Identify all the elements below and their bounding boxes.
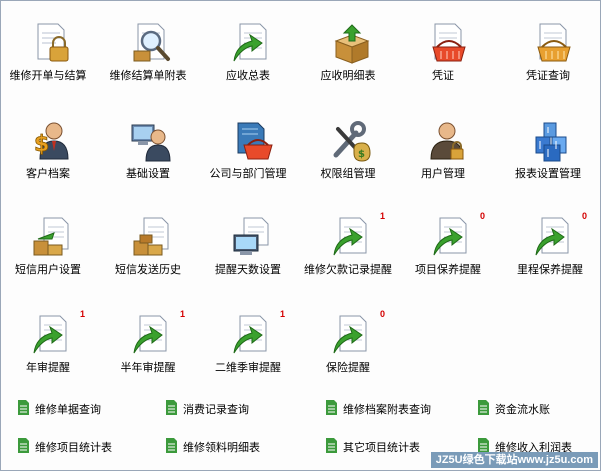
tile-label: 报表设置管理 [515, 168, 581, 180]
tile-receivable-detail[interactable]: 应收明细表 [300, 17, 396, 103]
tile-settlement-appendix[interactable]: 维修结算单附表 [100, 17, 196, 103]
tile-label: 短信发送历史 [115, 264, 181, 276]
tools-money-icon: $ [333, 121, 371, 162]
link-label: 维修领料明细表 [183, 442, 260, 454]
count-badge: 1 [280, 309, 286, 319]
green-doc-icon [18, 400, 29, 415]
box-arrow-icon [334, 24, 370, 64]
person-dollar-icon: $ [34, 122, 69, 160]
tile-semiannual-inspection[interactable]: 半年审提醒 1 [100, 309, 196, 395]
doc-arrow-icon [233, 315, 267, 354]
tile-label: 基础设置 [126, 168, 170, 180]
green-doc-icon [18, 438, 29, 453]
doc-search-icon [133, 23, 170, 62]
person-computer-icon [131, 124, 171, 162]
tile-label: 维修欠款记录提醒 [304, 264, 392, 276]
tile-label: 短信用户设置 [15, 264, 81, 276]
green-doc-icon [166, 400, 177, 415]
link-label: 资金流水账 [495, 404, 550, 416]
green-doc-icon [326, 400, 337, 415]
tile-label: 凭证查询 [526, 70, 570, 82]
tile-label: 应收总表 [226, 70, 270, 82]
count-badge: 0 [380, 309, 386, 319]
doc-arrow-icon [233, 23, 267, 62]
cubes-icon [535, 122, 567, 162]
tile-sms-history[interactable]: 短信发送历史 [100, 211, 196, 297]
doc-boxes-icon [33, 217, 69, 256]
tile-label: 应收明细表 [320, 70, 376, 82]
book-basket-icon [237, 122, 273, 160]
link-label: 消费记录查询 [183, 404, 249, 416]
tile-label: 维修开单与结算 [9, 70, 87, 82]
tile-permission-group[interactable]: $ 权限组管理 [300, 115, 396, 201]
doc-arrow-icon [333, 315, 367, 354]
doc-boxes-icon [133, 217, 169, 256]
doc-basket-icon [432, 23, 466, 62]
green-doc-icon [326, 438, 337, 453]
link-label: 维修单据查询 [35, 404, 101, 416]
watermark: JZ5U绿色下载站www.jz5u.com [430, 452, 598, 468]
tile-user-management[interactable]: 用户管理 [395, 115, 491, 201]
green-doc-icon [478, 400, 489, 415]
tile-quarterly-inspection[interactable]: 二维季审提醒 1 [200, 309, 296, 395]
tile-label: 项目保养提醒 [415, 264, 481, 276]
tile-label: 里程保养提醒 [517, 264, 583, 276]
tile-voucher[interactable]: 凭证 [395, 17, 491, 103]
tile-repair-order[interactable]: 维修开单与结算 [1, 17, 96, 103]
tile-label: 保险提醒 [326, 362, 370, 374]
count-badge: 0 [480, 211, 486, 221]
doc-arrow-icon [433, 217, 467, 256]
tile-label: 用户管理 [421, 168, 465, 180]
person-lock-icon [430, 122, 464, 160]
svg-text:$: $ [358, 149, 365, 160]
tile-receivable-summary[interactable]: 应收总表 [200, 17, 296, 103]
tile-label: 半年审提醒 [120, 362, 176, 374]
tile-mileage-maintenance[interactable]: 里程保养提醒 0 [502, 211, 598, 297]
doc-lock-icon [37, 23, 69, 62]
link-label: 其它项目统计表 [343, 442, 420, 454]
tile-company-dept[interactable]: 公司与部门管理 [200, 115, 296, 201]
svg-text:$: $ [34, 132, 49, 157]
tile-label: 凭证 [432, 70, 454, 82]
tile-customer-archive[interactable]: $ 客户档案 [1, 115, 96, 201]
tile-label: 客户档案 [26, 168, 70, 180]
tile-label: 公司与部门管理 [209, 168, 287, 180]
link-label: 维修档案附表查询 [343, 404, 431, 416]
tile-project-maintenance[interactable]: 项目保养提醒 0 [400, 211, 496, 297]
tile-basic-settings[interactable]: 基础设置 [100, 115, 196, 201]
tile-label: 提醒天数设置 [215, 264, 281, 276]
tile-sms-user-settings[interactable]: 短信用户设置 [1, 211, 96, 297]
green-doc-icon [166, 438, 177, 453]
count-badge: 1 [80, 309, 86, 319]
tile-insurance-reminder[interactable]: 保险提醒 0 [300, 309, 396, 395]
count-badge: 0 [582, 211, 588, 221]
doc-arrow-icon [133, 315, 167, 354]
doc-arrow-icon [535, 217, 569, 256]
tile-label: 二维季审提醒 [215, 362, 281, 374]
doc-basket-icon [537, 23, 571, 62]
doc-arrow-icon [333, 217, 367, 256]
tile-label: 年审提醒 [26, 362, 70, 374]
tile-label: 权限组管理 [320, 168, 376, 180]
tile-report-settings[interactable]: 报表设置管理 [500, 115, 596, 201]
tile-annual-inspection[interactable]: 年审提醒 1 [1, 309, 96, 395]
count-badge: 1 [380, 211, 386, 221]
tile-repair-arrears[interactable]: 维修欠款记录提醒 1 [300, 211, 396, 297]
doc-monitor-icon [233, 217, 269, 255]
count-badge: 1 [180, 309, 186, 319]
tile-reminder-days[interactable]: 提醒天数设置 [200, 211, 296, 297]
tile-label: 维修结算单附表 [109, 70, 187, 82]
tile-voucher-query[interactable]: 凭证查询 [500, 17, 596, 103]
main-panel: 维修开单与结算 维修结算单附表 应收总表 应收明细表 凭证 凭证查询 $ 客户档… [0, 0, 601, 471]
doc-arrow-icon [33, 315, 67, 354]
green-doc-icon [478, 438, 489, 453]
link-label: 维修项目统计表 [35, 442, 112, 454]
